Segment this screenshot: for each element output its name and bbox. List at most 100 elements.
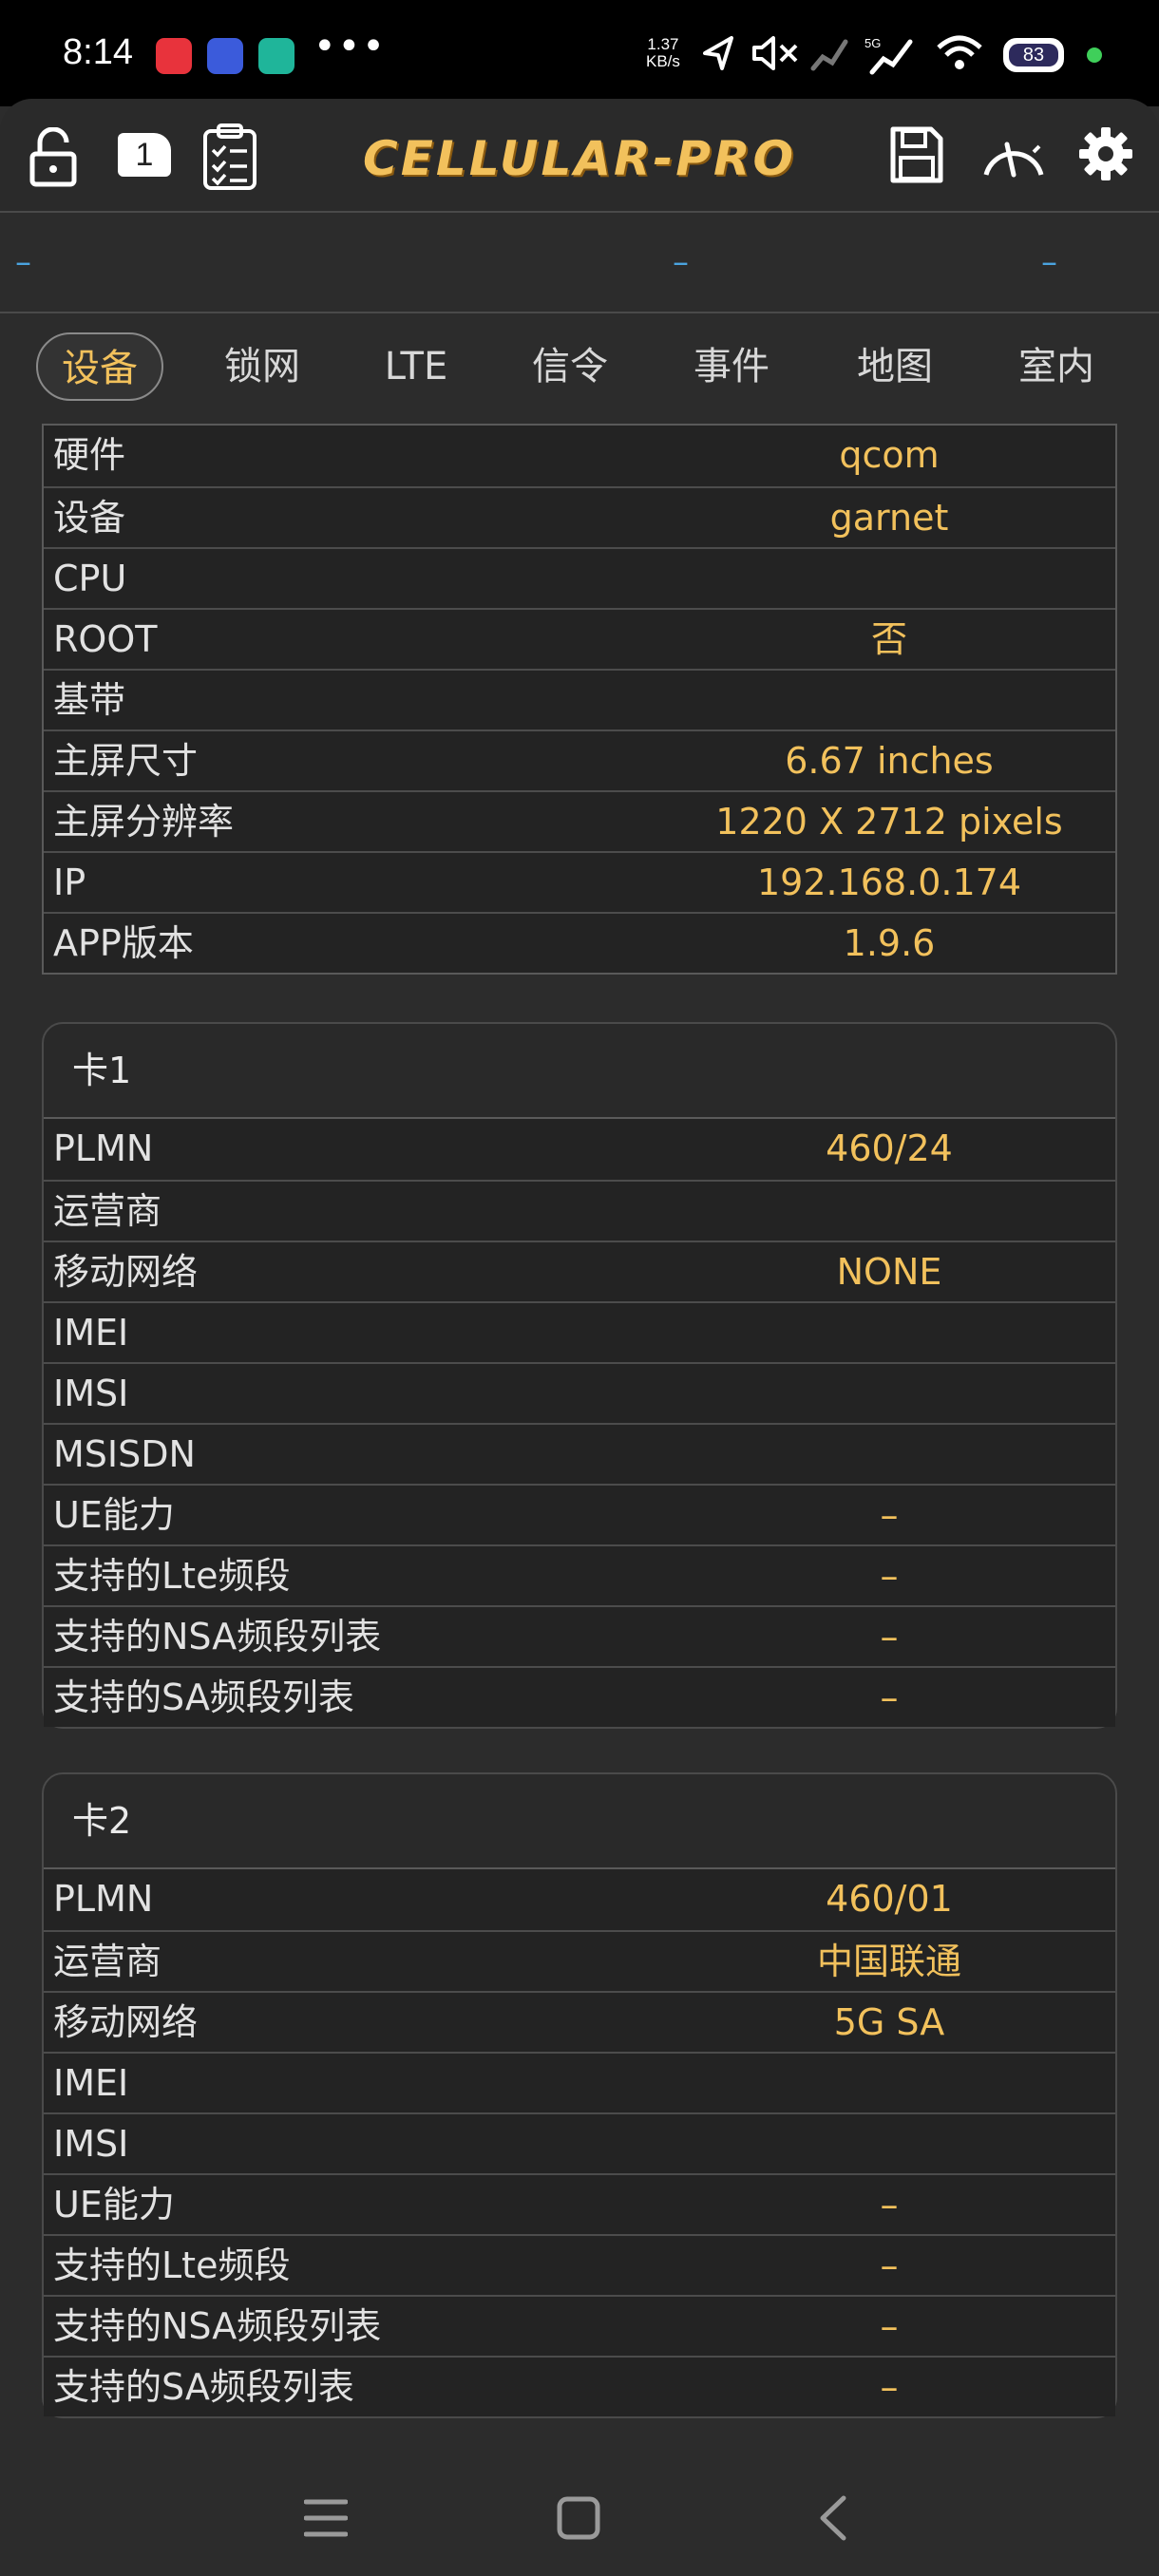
sim1-title: 卡1 bbox=[72, 1050, 132, 1091]
tab-lte[interactable]: LTE bbox=[355, 332, 477, 401]
clipboard-checklist-icon[interactable] bbox=[201, 122, 258, 192]
table-row: 移动网络 5G SA bbox=[44, 1991, 1115, 2052]
row-key: UE能力 bbox=[53, 2184, 175, 2226]
row-key: 基带 bbox=[53, 679, 126, 721]
tab-map[interactable]: 地图 bbox=[834, 332, 956, 401]
row-value: – bbox=[880, 2305, 899, 2347]
table-row: 运营商 中国联通 bbox=[44, 1930, 1115, 1991]
table-row: UE能力 – bbox=[44, 1484, 1115, 1544]
row-key: 支持的Lte频段 bbox=[53, 1555, 291, 1597]
row-key: 硬件 bbox=[53, 434, 126, 476]
table-row: 设备 garnet bbox=[44, 486, 1115, 547]
table-row: MSISDN bbox=[44, 1423, 1115, 1484]
battery-icon: 83 bbox=[1003, 38, 1064, 72]
table-row: 主屏分辨率 1220 X 2712 pixels bbox=[44, 790, 1115, 851]
row-key: 支持的NSA频段列表 bbox=[53, 2305, 382, 2347]
row-value: 460/01 bbox=[826, 1878, 953, 1920]
system-nav-bar bbox=[0, 2451, 1159, 2576]
tab-indoor[interactable]: 室内 bbox=[996, 332, 1117, 401]
row-key: 主屏分辨率 bbox=[53, 801, 235, 843]
row-key: ROOT bbox=[53, 618, 158, 660]
table-row: PLMN 460/01 bbox=[44, 1869, 1115, 1930]
document-count: 1 bbox=[135, 137, 154, 173]
info-strip-left: – bbox=[15, 243, 31, 281]
status-time: 8:14 bbox=[63, 32, 133, 72]
row-key: 运营商 bbox=[53, 1941, 162, 1982]
save-icon[interactable] bbox=[887, 123, 944, 186]
sim1-card: 卡1 PLMN 460/24 运营商 移动网络 NONE IMEI IMSI MSI… bbox=[42, 1022, 1117, 1729]
row-value: 否 bbox=[870, 618, 907, 660]
tab-bar: 设备 锁网 LTE 信令 事件 地图 室内 bbox=[0, 323, 1159, 410]
sim1-table: PLMN 460/24 运营商 移动网络 NONE IMEI IMSI MSISDN… bbox=[44, 1117, 1115, 1727]
more-notifications-icon: ••• bbox=[314, 25, 387, 68]
table-row: 硬件 qcom bbox=[44, 426, 1115, 486]
row-key: 支持的SA频段列表 bbox=[53, 2366, 354, 2408]
table-row: 运营商 bbox=[44, 1180, 1115, 1241]
app-title: CELLULAR-PRO bbox=[363, 131, 796, 186]
lock-open-icon[interactable] bbox=[28, 127, 78, 188]
status-bar: 8:14 ••• 1.37 KB/s 5G 83 bbox=[0, 0, 1159, 106]
table-row: 移动网络 NONE bbox=[44, 1241, 1115, 1301]
row-value: – bbox=[880, 2184, 899, 2226]
row-key: PLMN bbox=[53, 1878, 154, 1920]
network-speed: 1.37 KB/s bbox=[646, 35, 680, 70]
menu-icon[interactable] bbox=[304, 2498, 348, 2538]
table-row: 支持的SA频段列表 – bbox=[44, 2356, 1115, 2416]
row-key: 设备 bbox=[53, 497, 126, 539]
mute-icon bbox=[752, 36, 798, 70]
row-key: 主屏尺寸 bbox=[53, 740, 199, 782]
table-row: IMEI bbox=[44, 2052, 1115, 2112]
document-count-button[interactable]: 1 bbox=[118, 133, 171, 177]
tab-events[interactable]: 事件 bbox=[671, 332, 792, 401]
blue-app-icon bbox=[207, 38, 243, 74]
row-value: garnet bbox=[829, 497, 949, 539]
row-key: PLMN bbox=[53, 1127, 154, 1169]
table-row: IP 192.168.0.174 bbox=[44, 851, 1115, 912]
settings-gear-icon[interactable] bbox=[1077, 125, 1134, 182]
row-value: – bbox=[880, 2245, 899, 2286]
svg-text:5G: 5G bbox=[864, 36, 881, 50]
table-row: 支持的Lte频段 – bbox=[44, 1544, 1115, 1605]
signal-5g-icon: 5G bbox=[864, 36, 913, 75]
row-value: – bbox=[880, 2366, 899, 2408]
row-key: 支持的SA频段列表 bbox=[53, 1676, 354, 1718]
sim2-title: 卡2 bbox=[72, 1800, 132, 1842]
speedometer-icon[interactable] bbox=[978, 127, 1049, 184]
table-row: ROOT 否 bbox=[44, 608, 1115, 669]
row-key: 移动网络 bbox=[53, 2001, 199, 2043]
row-key: CPU bbox=[53, 558, 127, 599]
row-value: 中国联通 bbox=[816, 1941, 961, 1982]
row-value: – bbox=[880, 1676, 899, 1718]
tab-signaling[interactable]: 信令 bbox=[509, 332, 631, 401]
row-key: IMEI bbox=[53, 2062, 129, 2104]
info-strip-right: – bbox=[1041, 243, 1057, 281]
row-key: 移动网络 bbox=[53, 1251, 199, 1293]
row-value: 1220 X 2712 pixels bbox=[715, 801, 1063, 843]
sim2-table: PLMN 460/01 运营商 中国联通 移动网络 5G SA IMEI IMSI U… bbox=[44, 1867, 1115, 2416]
row-value: 6.67 inches bbox=[785, 740, 994, 782]
back-icon[interactable] bbox=[815, 2494, 849, 2542]
row-key: UE能力 bbox=[53, 1494, 175, 1536]
info-strip-center: – bbox=[673, 243, 689, 281]
row-key: IP bbox=[53, 862, 86, 903]
row-value: qcom bbox=[839, 434, 940, 476]
table-row: 基带 bbox=[44, 669, 1115, 729]
teal-app-icon bbox=[258, 38, 294, 74]
tab-lock-network[interactable]: 锁网 bbox=[201, 332, 323, 401]
table-row: 支持的SA频段列表 – bbox=[44, 1666, 1115, 1727]
signal-sim1-icon bbox=[810, 39, 848, 71]
divider bbox=[0, 211, 1159, 213]
row-value: 460/24 bbox=[826, 1127, 953, 1169]
table-row: CPU bbox=[44, 547, 1115, 608]
divider bbox=[0, 312, 1159, 313]
home-icon[interactable] bbox=[557, 2496, 600, 2540]
table-row: IMEI bbox=[44, 1301, 1115, 1362]
row-value: 192.168.0.174 bbox=[756, 862, 1021, 903]
row-key: MSISDN bbox=[53, 1433, 196, 1475]
row-value: NONE bbox=[836, 1251, 942, 1293]
xiaohongshu-app-icon bbox=[156, 38, 192, 74]
table-row: 支持的NSA频段列表 – bbox=[44, 2295, 1115, 2356]
sim2-card: 卡2 PLMN 460/01 运营商 中国联通 移动网络 5G SA IMEI IMS… bbox=[42, 1772, 1117, 2418]
tab-device[interactable]: 设备 bbox=[36, 332, 163, 401]
privacy-indicator-dot bbox=[1087, 47, 1102, 63]
